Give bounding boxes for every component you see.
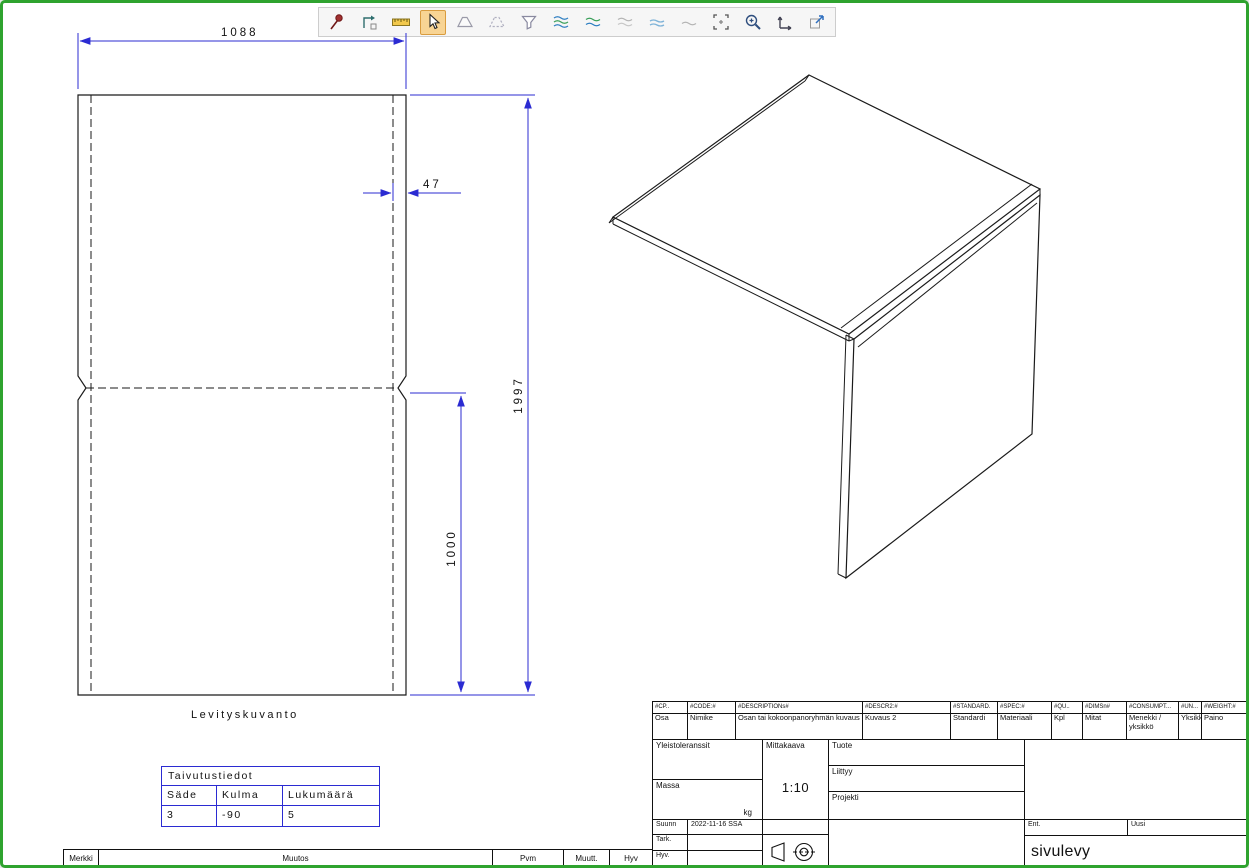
title-block-label-4: Standardi	[951, 714, 998, 740]
title-block-code-8: #CONSUMPT...	[1127, 702, 1179, 714]
projection-symbol-icon	[768, 839, 824, 865]
title-block-code-10: #WEIGHT:#	[1202, 702, 1247, 714]
bend-table-val-0: 3	[162, 806, 217, 826]
title-block-code-5: #SPEC:#	[998, 702, 1052, 714]
dim-width-text: 1088	[221, 27, 259, 39]
product-cell: Tuote	[829, 740, 1025, 766]
designer-value-cell: 2022-11-16 SSA	[688, 820, 763, 835]
title-block-code-4: #STANDARD.	[951, 702, 998, 714]
revision-col-3: Muutt.	[564, 850, 610, 867]
title-block-label-2: Osan tai kokoonpanoryhmän kuvaus	[736, 714, 863, 740]
title-block-code-7: #DIMSn#	[1083, 702, 1127, 714]
dim-flange-text: 47	[423, 179, 442, 191]
title-block-label-8: Menekki / yksikkö	[1127, 714, 1179, 740]
mass-unit: kg	[744, 808, 752, 817]
title-block-label-1: Nimike	[688, 714, 736, 740]
title-block-label-10: Paino	[1202, 714, 1247, 740]
empty-cell	[1025, 740, 1249, 820]
title-block-code-1: #CODE:#	[688, 702, 736, 714]
bend-table-col-0: Säde	[162, 786, 217, 806]
part-name-cell: sivulevy	[1025, 836, 1249, 868]
projection-cell	[763, 835, 829, 868]
bend-table-val-1: -90	[217, 806, 283, 826]
title-block-code-2: #DESCRIPTIONs#	[736, 702, 863, 714]
revision-strip: MerkkiMuutosPvmMuutt.Hyv	[63, 849, 653, 868]
bend-table-value-row: 3-905	[162, 806, 379, 826]
scale-value: 1:10	[763, 780, 828, 795]
bend-table-col-2: Lukumäärä	[283, 786, 379, 806]
approved-label-cell: Hyv.	[653, 851, 688, 868]
title-block-label-5: Materiaali	[998, 714, 1052, 740]
revision-col-4: Hyv	[610, 850, 652, 867]
revision-col-1: Muutos	[99, 850, 493, 867]
bend-table-title: Taivutustiedot	[162, 767, 379, 786]
bend-table-val-2: 5	[283, 806, 379, 826]
title-block-label-0: Osa	[653, 714, 688, 740]
cad-drawing-sheet: 1088 47 1997 1000 Levityskuvanto	[0, 0, 1249, 868]
new-label-cell: Uusi	[1128, 820, 1249, 836]
revision-col-2: Pvm	[493, 850, 564, 867]
general-tolerances-cell: Yleistoleranssit	[653, 740, 763, 780]
bend-table-header-row: SädeKulmaLukumäärä	[162, 786, 379, 806]
title-block-code-0: #CP..	[653, 702, 688, 714]
checked-label-cell: Tark.	[653, 835, 688, 851]
title-block-label-9: Yksikkö	[1179, 714, 1202, 740]
empty-cell	[829, 820, 1025, 868]
title-block-codes-row: #CP..#CODE:##DESCRIPTIONs##DESCR2:##STAN…	[653, 702, 1247, 714]
checked-value-cell	[688, 835, 763, 851]
title-block-labels-row: OsaNimikeOsan tai kokoonpanoryhmän kuvau…	[653, 714, 1247, 740]
title-block-code-9: #UN...	[1179, 702, 1202, 714]
approved-value-cell	[688, 851, 763, 868]
designer-label-cell: Suunn	[653, 820, 688, 835]
project-cell: Projekti	[829, 792, 1025, 820]
dim-inner-text: 1000	[446, 529, 458, 567]
scale-label: Mittakaava	[766, 741, 805, 750]
title-block: #CP..#CODE:##DESCRIPTIONs##DESCR2:##STAN…	[652, 701, 1248, 868]
bend-data-table: Taivutustiedot SädeKulmaLukumäärä 3-905	[161, 766, 380, 827]
mass-label: Massa	[656, 781, 680, 790]
title-block-code-3: #DESCR2:#	[863, 702, 951, 714]
mass-cell: Massa kg	[653, 780, 763, 820]
revision-col-0: Merkki	[64, 850, 99, 867]
title-block-label-6: Kpl	[1052, 714, 1083, 740]
isometric-view	[609, 75, 1040, 578]
title-block-label-7: Mitat	[1083, 714, 1127, 740]
related-cell: Liittyy	[829, 766, 1025, 792]
previous-label-cell: Ent.	[1025, 820, 1128, 836]
flat-pattern-view: 1088 47 1997 1000 Levityskuvanto	[78, 27, 535, 721]
title-block-label-3: Kuvaus 2	[863, 714, 951, 740]
dim-height-text: 1997	[513, 376, 525, 414]
scale-cell: Mittakaava 1:10	[763, 740, 829, 820]
bend-table-col-1: Kulma	[217, 786, 283, 806]
flat-view-label: Levityskuvanto	[191, 709, 299, 721]
empty-cell	[763, 820, 829, 835]
title-block-code-6: #QU..	[1052, 702, 1083, 714]
